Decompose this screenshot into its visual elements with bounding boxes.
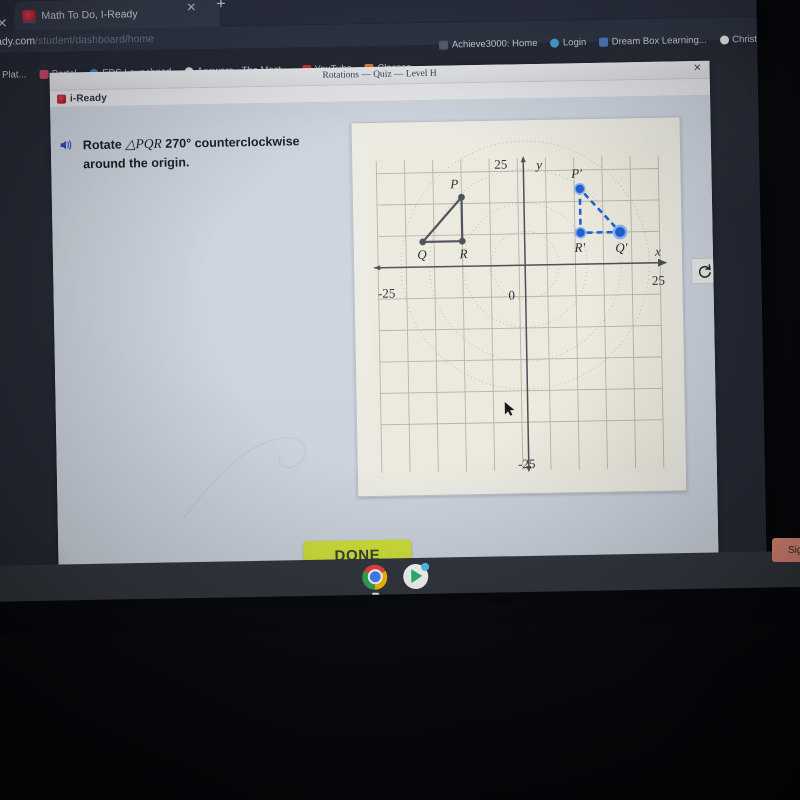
quiz-title: Rotations — Quiz — Level H [322,68,437,81]
svg-text:-25: -25 [518,456,536,471]
quiz-body: Rotate △PQR 270° counterclockwise around… [50,95,719,573]
bookmark-label: Achieve3000: Home [451,37,538,50]
svg-text:Q': Q' [615,240,628,255]
sign-out-label: Sign [787,544,800,556]
reset-rotate-icon [698,263,711,278]
bookmark-christ[interactable]: Christ [719,33,758,45]
sign-out-button[interactable]: Sign [772,538,800,562]
svg-text:R: R [458,246,467,261]
coordinate-plane[interactable]: P Q R P' R' Q' 25 y 25 x -25 0 -25 [367,135,672,479]
svg-text:P': P' [570,166,582,181]
coordinate-plane-svg[interactable]: P Q R P' R' Q' 25 y 25 x -25 0 -25 [367,135,672,479]
tab-close-icon[interactable]: ✕ [186,0,196,14]
svg-text:x: x [654,244,661,259]
play-badge-icon [421,562,430,571]
coordinate-plane-card[interactable]: P Q R P' R' Q' 25 y 25 x -25 0 -25 [350,116,688,498]
portal-icon [39,69,49,79]
pencil-scribble [183,437,307,519]
new-tab-button[interactable]: + [216,0,226,14]
play-store-app-icon[interactable] [403,562,430,589]
bookmark-label: ...ning Plat... [0,68,27,81]
svg-text:y: y [534,157,542,172]
swirl-icon [719,34,729,45]
reset-button[interactable] [691,257,718,285]
bookmark-learning-platform[interactable]: ...ning Plat... [0,69,26,81]
svg-text:-25: -25 [378,286,396,301]
svg-text:0: 0 [508,287,515,302]
chrome-app-icon[interactable] [362,564,388,595]
svg-text:Q: Q [417,247,427,262]
iready-logo-icon [56,94,67,104]
quiz-close-button[interactable]: ✕ [693,63,702,74]
question-text: Rotate △PQR 270° counterclockwise around… [83,131,300,173]
bookmark-generic-icon [439,40,449,50]
running-indicator [371,592,379,595]
prompt-line2: around the origin. [83,154,190,171]
laptop-screen-photo: ✕ Math To Do, I-Ready ✕ + ✕ ♡ ☁ ⋮ i-read… [0,0,800,800]
svg-text:P: P [449,176,458,191]
browser-tab-title: Math To Do, I-Ready [41,8,138,22]
bookmark-achieve3000[interactable]: Achieve3000: Home [439,37,538,50]
bookmark-dreambox[interactable]: Dream Box Learning... [599,34,707,47]
svg-text:25: 25 [494,156,507,171]
bookmark-label: Login [562,36,587,48]
prompt-math-triangle: △PQR [125,135,162,152]
cloud-icon [550,38,560,48]
iready-logo-text: i-Ready [69,92,107,104]
speaker-icon[interactable] [59,137,74,152]
laptop-screen: ✕ Math To Do, I-Ready ✕ + ✕ ♡ ☁ ⋮ i-read… [0,0,767,590]
window-close-button[interactable]: ✕ [0,16,8,31]
bookmark-label: Dream Box Learning... [611,34,707,48]
question-prompt: Rotate △PQR 270° counterclockwise around… [59,130,350,173]
bookmark-label: Christ [732,33,758,45]
iready-quiz-window: Rotations — Quiz — Level H ✕ i-Ready Rot… [49,60,719,573]
prompt-post: 270° counterclockwise [161,134,300,151]
chrome-browser-window: ✕ Math To Do, I-Ready ✕ + ✕ ♡ ☁ ⋮ i-read… [0,0,767,590]
bookmark-login[interactable]: Login [550,37,586,49]
svg-text:R': R' [573,240,585,255]
svg-text:25: 25 [652,273,665,288]
iready-favicon-icon [22,9,36,23]
dreambox-icon [599,37,609,47]
prompt-pre: Rotate [82,137,126,153]
